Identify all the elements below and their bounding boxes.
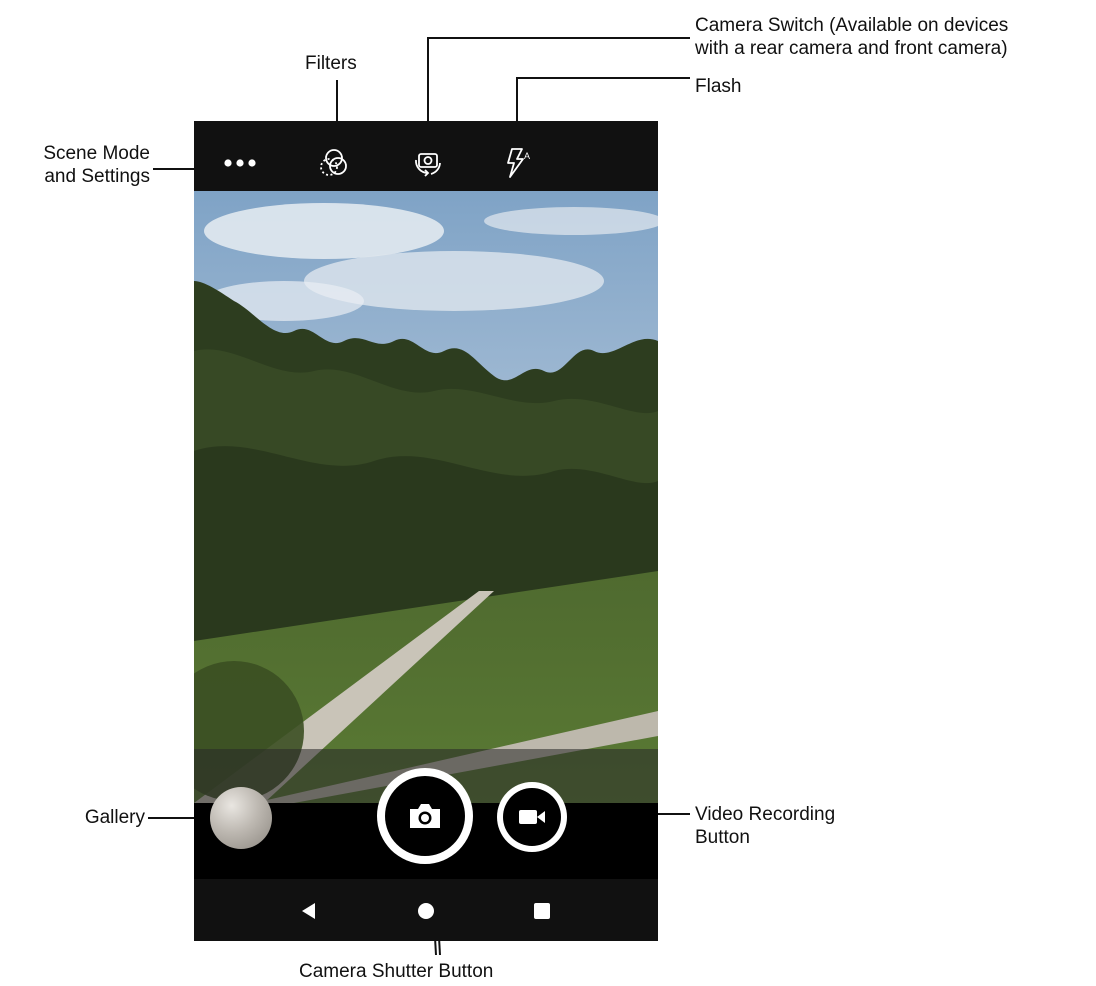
camera-switch-callout-line1: Camera Switch (Available on devices — [695, 15, 1009, 36]
home-circle-icon[interactable] — [414, 899, 438, 923]
back-triangle-icon[interactable] — [296, 899, 320, 923]
phone-screen: A — [194, 121, 658, 941]
camera-shutter-button[interactable] — [377, 768, 473, 864]
flash-auto-icon[interactable]: A — [498, 143, 538, 183]
flash-callout: Flash — [695, 76, 742, 97]
video-recording-button[interactable] — [497, 782, 567, 852]
gallery-callout: Gallery — [84, 807, 145, 828]
video-camera-icon — [519, 810, 545, 824]
camera-top-bar: A — [194, 121, 658, 191]
camera-icon — [410, 804, 440, 828]
filters-callout: Filters — [305, 53, 357, 74]
more-options-icon[interactable] — [220, 143, 260, 183]
camera-viewfinder[interactable] — [194, 191, 658, 803]
filters-icon[interactable] — [314, 143, 354, 183]
video-inner — [503, 788, 561, 846]
svg-text:A: A — [524, 151, 530, 161]
recents-square-icon[interactable] — [530, 899, 554, 923]
gallery-thumbnail[interactable] — [210, 787, 272, 849]
scene-mode-callout-line1: Scene Mode — [43, 143, 150, 164]
video-recording-callout: Video Recording Button — [695, 803, 835, 849]
camera-switch-icon[interactable] — [408, 143, 448, 183]
camera-switch-callout-line2: with a rear camera and front camera) — [695, 38, 1008, 59]
scene-mode-callout: Scene Mode and Settings — [0, 142, 150, 188]
video-recording-callout-line2: Button — [695, 827, 750, 848]
camera-switch-callout: Camera Switch (Available on devices with… — [695, 14, 1008, 60]
camera-shutter-callout: Camera Shutter Button — [299, 961, 494, 982]
shutter-inner — [385, 776, 465, 856]
scene-mode-callout-line2: and Settings — [44, 166, 150, 187]
video-recording-callout-line1: Video Recording — [695, 804, 836, 825]
